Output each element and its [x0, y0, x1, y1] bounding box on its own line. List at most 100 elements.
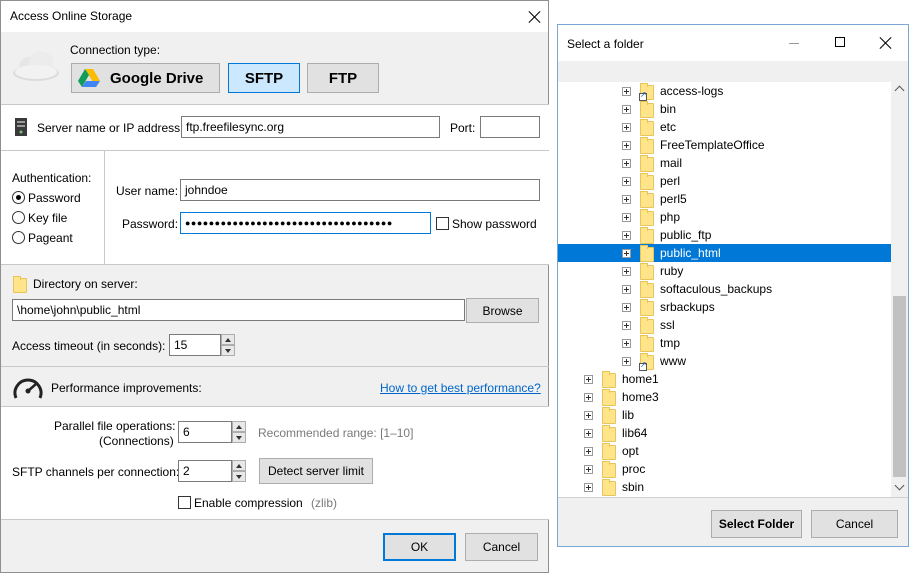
spin-down-icon[interactable] — [221, 345, 235, 356]
divider — [1, 519, 549, 520]
ftp-button[interactable]: FTP — [307, 63, 379, 93]
expand-icon[interactable] — [622, 159, 631, 168]
spin-up-icon[interactable] — [232, 460, 246, 471]
auth-pageant-label[interactable]: Pageant — [28, 231, 73, 245]
expand-icon[interactable] — [584, 411, 593, 420]
tree-item-label: public_html — [660, 246, 721, 260]
expand-icon[interactable] — [622, 267, 631, 276]
show-password-label[interactable]: Show password — [452, 217, 537, 231]
expand-icon[interactable] — [622, 213, 631, 222]
tree-item[interactable]: home3 — [558, 388, 891, 406]
tree-item[interactable]: perl — [558, 172, 891, 190]
expand-icon[interactable] — [584, 375, 593, 384]
spin-down-icon[interactable] — [232, 471, 246, 482]
expand-icon[interactable] — [622, 141, 631, 150]
tree-item[interactable]: tmp — [558, 334, 891, 352]
tree-item[interactable]: sbin — [558, 478, 891, 496]
password-input[interactable]: ●●●●●●●●●●●●●●●●●●●●●●●●●●●●●●●●●●● — [180, 212, 431, 234]
maximize-icon[interactable] — [835, 37, 845, 47]
ok-button[interactable]: OK — [383, 533, 456, 561]
tree-scrollbar[interactable] — [891, 82, 908, 497]
server-input[interactable]: ftp.freefilesync.org — [181, 116, 440, 138]
enable-compression-label[interactable]: Enable compression — [194, 496, 303, 510]
channels-input[interactable]: 2 — [178, 460, 232, 482]
browse-button[interactable]: Browse — [466, 298, 539, 323]
tree-item[interactable]: lib64 — [558, 424, 891, 442]
tree-item[interactable]: access-logs — [558, 82, 891, 101]
expand-icon[interactable] — [584, 429, 593, 438]
tree-item[interactable]: perl5 — [558, 190, 891, 208]
auth-keyfile-label[interactable]: Key file — [28, 211, 67, 225]
tree-item[interactable]: home1 — [558, 370, 891, 388]
auth-keyfile-radio[interactable] — [12, 211, 25, 224]
tree-item[interactable]: mail — [558, 154, 891, 172]
spin-down-icon[interactable] — [232, 432, 246, 443]
expand-icon[interactable] — [622, 357, 631, 366]
directory-input[interactable]: \home\john\public_html — [12, 299, 465, 321]
close-icon[interactable] — [879, 36, 893, 50]
auth-pageant-radio[interactable] — [12, 231, 25, 244]
expand-icon[interactable] — [622, 123, 631, 132]
tree-item[interactable]: ruby — [558, 262, 891, 280]
spin-up-icon[interactable] — [221, 334, 235, 345]
expand-icon[interactable] — [622, 105, 631, 114]
expand-icon[interactable] — [622, 177, 631, 186]
folder-cancel-button[interactable]: Cancel — [811, 510, 898, 538]
expand-icon[interactable] — [584, 483, 593, 492]
username-label: User name: — [116, 184, 179, 198]
expand-icon[interactable] — [622, 285, 631, 294]
tree-item[interactable]: www — [558, 352, 891, 371]
tree-item[interactable]: public_html — [558, 244, 891, 262]
expand-icon[interactable] — [622, 339, 631, 348]
tree-item[interactable]: srbackups — [558, 298, 891, 316]
scroll-thumb[interactable] — [893, 296, 906, 477]
tree-item[interactable]: softaculous_backups — [558, 280, 891, 298]
channels-spinner[interactable] — [232, 460, 246, 482]
timeout-spinner[interactable] — [221, 334, 235, 356]
performance-help-link[interactable]: How to get best performance? — [380, 381, 541, 395]
folder-tree[interactable]: access-logs bin etc FreeTemplateOffice mail p… — [558, 82, 908, 497]
expand-icon[interactable] — [584, 447, 593, 456]
cancel-button[interactable]: Cancel — [465, 533, 538, 561]
tree-item[interactable]: etc — [558, 118, 891, 136]
tree-item[interactable]: ssl — [558, 316, 891, 334]
close-icon[interactable] — [528, 10, 542, 24]
tree-item[interactable]: proc — [558, 460, 891, 478]
tree-item[interactable]: bin — [558, 100, 891, 118]
select-folder-button[interactable]: Select Folder — [711, 510, 802, 538]
tree-item-label: sbin — [622, 480, 645, 494]
expand-icon[interactable] — [622, 231, 631, 240]
tree-item[interactable]: php — [558, 208, 891, 226]
tree-item-label: ruby — [660, 264, 684, 278]
detect-server-limit-button[interactable]: Detect server limit — [259, 458, 373, 484]
spin-up-icon[interactable] — [232, 421, 246, 432]
parallel-input[interactable]: 6 — [178, 421, 232, 443]
folder-dialog-title: Select a folder — [567, 37, 644, 51]
divider — [1, 366, 549, 367]
expand-icon[interactable] — [584, 465, 593, 474]
expand-icon[interactable] — [584, 393, 593, 402]
auth-password-radio[interactable] — [12, 191, 25, 204]
sftp-button[interactable]: SFTP — [228, 63, 300, 93]
tree-item[interactable]: opt — [558, 442, 891, 460]
expand-icon[interactable] — [622, 249, 631, 258]
tree-item[interactable]: public_ftp — [558, 226, 891, 244]
expand-icon[interactable] — [622, 303, 631, 312]
expand-icon[interactable] — [622, 321, 631, 330]
scroll-up-icon[interactable] — [894, 85, 905, 96]
show-password-checkbox[interactable] — [436, 217, 449, 230]
timeout-input[interactable]: 15 — [169, 334, 221, 356]
google-drive-button[interactable]: Google Drive — [71, 63, 220, 93]
tree-item[interactable]: lib — [558, 406, 891, 424]
enable-compression-checkbox[interactable] — [178, 496, 191, 509]
tree-item[interactable]: FreeTemplateOffice — [558, 136, 891, 154]
parallel-spinner[interactable] — [232, 421, 246, 443]
folder-icon — [602, 407, 616, 424]
expand-icon[interactable] — [622, 195, 631, 204]
auth-password-label[interactable]: Password — [28, 191, 81, 205]
port-input[interactable] — [480, 116, 540, 138]
username-input[interactable]: johndoe — [180, 179, 540, 201]
scroll-down-icon[interactable] — [894, 480, 905, 491]
expand-icon[interactable] — [622, 87, 631, 96]
minimize-icon[interactable] — [789, 43, 799, 44]
